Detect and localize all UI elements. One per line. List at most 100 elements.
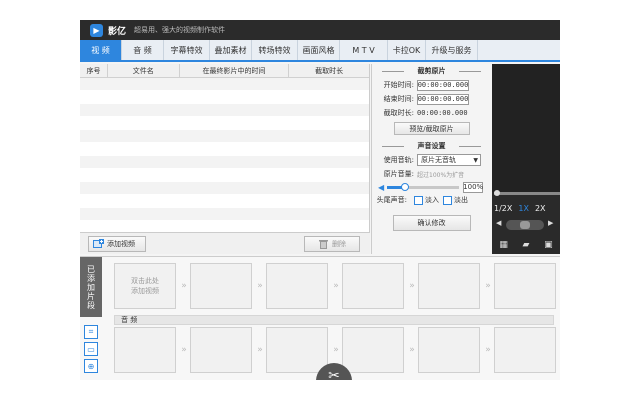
transition-arrow-icon: » [485, 345, 491, 355]
speed-left-arrow-icon[interactable]: ◀ [496, 219, 501, 227]
confirm-changes-button[interactable]: 确认修改 [392, 215, 471, 231]
list-row [80, 169, 369, 182]
zoom-icon[interactable]: ⊕ [84, 359, 98, 373]
duration-row: 截取时长: 00:00:00.000 [372, 106, 491, 120]
transition-arrow-icon: » [409, 345, 415, 355]
video-slot[interactable] [342, 263, 404, 309]
timeline-panel: 已添加片段 ⌗ ▭ ⊕ 双击此处 添加视频 » » » » » 音 频 » » [80, 256, 560, 380]
audio-slot[interactable] [342, 327, 404, 373]
tab-upgrade-service[interactable]: 升级与服务 [426, 40, 478, 60]
title-bar: ▶ 影亿 超易用、强大的视频制作软件 [80, 20, 560, 40]
fade-out-label: 淡出 [454, 196, 468, 204]
chevron-down-icon: ▼ [473, 156, 478, 164]
list-row [80, 208, 369, 221]
fade-in-checkbox[interactable] [414, 195, 423, 205]
file-list-header: 序号 文件名 在最终影片中的时间 截取时长 [80, 64, 369, 78]
file-list-toolbar: 添加视频 删除 [80, 232, 370, 254]
speed-slider-knob[interactable] [520, 221, 530, 229]
preview-clip-button[interactable]: 预览/截取原片 [393, 122, 470, 135]
app-logo-icon: ▶ [90, 23, 103, 37]
volume-percent-input[interactable]: 100% [463, 181, 483, 193]
transition-arrow-icon: » [485, 281, 491, 291]
speed-right-arrow-icon[interactable]: ▶ [548, 219, 553, 227]
tab-audio[interactable]: 音 频 [122, 40, 164, 60]
video-slot[interactable] [190, 263, 252, 309]
speed-normal[interactable]: 1X [518, 204, 529, 213]
speed-slider[interactable] [506, 220, 544, 230]
app-window: ▶ 影亿 超易用、强大的视频制作软件 视 频 音 频 字幕特效 叠加素材 转场特… [80, 20, 560, 380]
video-track: 双击此处 添加视频 » » » » » [114, 263, 556, 309]
tab-mtv[interactable]: M T V [340, 40, 388, 60]
volume-slider[interactable] [387, 182, 460, 191]
list-row [80, 117, 369, 130]
add-video-button[interactable]: 添加视频 [88, 235, 146, 252]
audio-slot[interactable] [190, 327, 252, 373]
volume-row: 原片音量: 超过100%为扩音 [372, 167, 491, 181]
transition-arrow-icon: » [257, 345, 263, 355]
crop-icon[interactable]: ⌗ [84, 325, 98, 339]
tab-video[interactable]: 视 频 [80, 40, 122, 60]
playback-progress-knob[interactable] [494, 190, 500, 196]
video-file-list[interactable]: 序号 文件名 在最终影片中的时间 截取时长 [80, 64, 370, 234]
end-time-row: 结束时间: 00:00:00.000 [372, 92, 491, 106]
delete-label: 删除 [332, 239, 346, 248]
end-time-label: 结束时间: [383, 95, 414, 103]
list-row [80, 78, 369, 91]
start-time-label: 开始时间: [383, 81, 414, 89]
list-row [80, 143, 369, 156]
speed-double[interactable]: 2X [535, 204, 546, 213]
film-strip-icon[interactable]: ▦ [499, 240, 508, 250]
audio-slot[interactable] [114, 327, 176, 373]
list-row [80, 156, 369, 169]
tab-subtitle-effects[interactable]: 字幕特效 [164, 40, 210, 60]
tab-overlay-material[interactable]: 叠加素材 [210, 40, 252, 60]
list-row [80, 91, 369, 104]
column-index[interactable]: 序号 [80, 64, 108, 77]
column-clip-duration[interactable]: 截取时长 [289, 64, 369, 77]
volume-hint: 超过100%为扩音 [417, 171, 465, 179]
save-icon[interactable]: ▣ [544, 240, 553, 250]
transition-arrow-icon: » [257, 281, 263, 291]
speed-options: 1/2X 1X 2X [494, 204, 546, 213]
clip-settings-panel: 截剪原片 开始时间: 00:00:00.000 结束时间: 00:00:00.0… [371, 64, 491, 254]
tab-transition-effects[interactable]: 转场特效 [252, 40, 298, 60]
end-time-input[interactable]: 00:00:00.000 [417, 93, 469, 105]
audio-slot[interactable] [494, 327, 556, 373]
transition-arrow-icon: » [333, 345, 339, 355]
app-slogan: 超易用、强大的视频制作软件 [134, 26, 226, 34]
add-video-placeholder[interactable]: 双击此处 添加视频 [114, 263, 176, 309]
fade-out-checkbox[interactable] [443, 195, 452, 205]
duration-value: 00:00:00.000 [417, 109, 468, 117]
main-tab-bar: 视 频 音 频 字幕特效 叠加素材 转场特效 画面风格 M T V 卡拉OK 升… [80, 40, 560, 62]
video-preview-area [492, 64, 560, 192]
speed-half[interactable]: 1/2X [494, 204, 512, 213]
audio-track-label: 使用音轨: [383, 156, 414, 164]
volume-slider-knob[interactable] [401, 182, 410, 191]
clip-section-title: 截剪原片 [372, 64, 491, 78]
video-slot[interactable] [266, 263, 328, 309]
audio-track-value: 原片无音轨 [421, 156, 456, 164]
playback-progress-bar[interactable] [494, 190, 560, 196]
column-filename[interactable]: 文件名 [108, 64, 180, 77]
tab-karaoke[interactable]: 卡拉OK [388, 40, 426, 60]
start-time-input[interactable]: 00:00:00.000 [417, 79, 469, 91]
audio-slot[interactable] [418, 327, 480, 373]
preview-toolbar: ▦ ▰ ▣ [492, 236, 560, 254]
tab-picture-style[interactable]: 画面风格 [298, 40, 340, 60]
audio-track-header: 音 频 [114, 315, 554, 325]
audio-slot[interactable] [266, 327, 328, 373]
video-slot[interactable] [418, 263, 480, 309]
film-plus-icon [93, 238, 104, 249]
list-row [80, 182, 369, 195]
audio-track-select[interactable]: 原片无音轨 ▼ [417, 154, 481, 166]
duration-label: 截取时长: [383, 109, 414, 117]
screen-icon[interactable]: ▭ [84, 342, 98, 356]
delete-button[interactable]: 删除 [304, 235, 360, 252]
list-row [80, 195, 369, 208]
speaker-icon: ◀ [378, 182, 385, 192]
folder-icon[interactable]: ▰ [523, 240, 530, 250]
video-slot[interactable] [494, 263, 556, 309]
list-row [80, 130, 369, 143]
volume-label: 原片音量: [383, 170, 414, 178]
column-timeline-time[interactable]: 在最终影片中的时间 [180, 64, 290, 77]
